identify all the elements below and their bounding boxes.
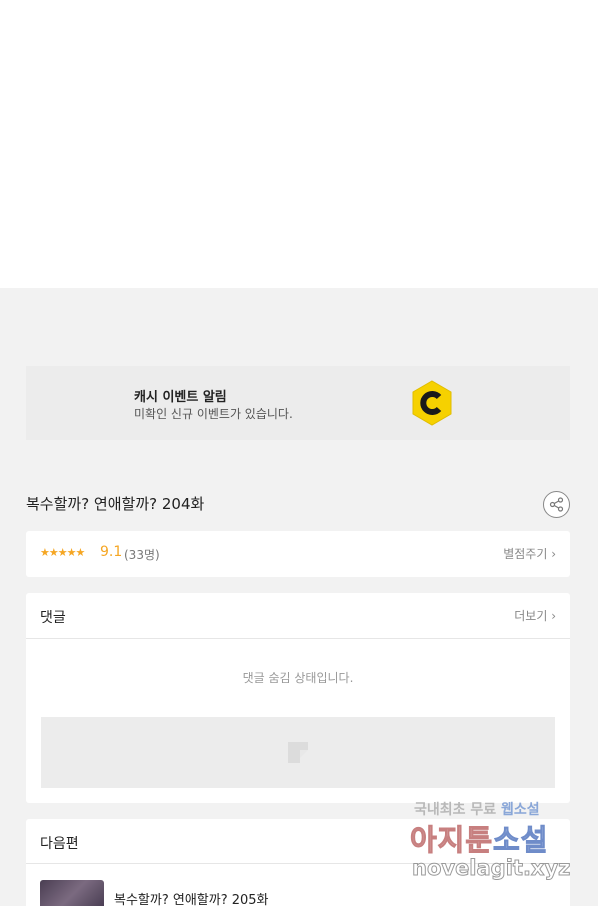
watermark-tagline-blue: 웹소설 — [501, 802, 540, 818]
rating-stars: ★★★★★ — [40, 546, 85, 559]
comments-card: 댓글 더보기 › 댓글 숨김 상태입니다. — [26, 593, 570, 803]
image-placeholder-icon — [288, 742, 308, 763]
event-banner-description: 미확인 신규 이벤트가 있습니다. — [134, 407, 293, 421]
event-banner-title: 캐시 이벤트 알림 — [134, 390, 227, 405]
comments-header: 댓글 더보기 › — [26, 593, 570, 639]
next-episode-title[interactable]: 복수할까? 연애할까? 205화 — [114, 889, 269, 906]
content-blank-area — [0, 0, 598, 288]
comments-title: 댓글 — [40, 610, 66, 626]
comments-hidden-message: 댓글 숨김 상태입니다. — [242, 671, 354, 685]
coin-c-icon — [412, 380, 452, 426]
episode-title: 복수할까? 연애할까? 204화 — [26, 495, 205, 513]
watermark-brand: 아지툰소설 — [409, 817, 549, 859]
next-episode-heading: 다음편 — [40, 836, 79, 852]
rating-count: (33명) — [124, 548, 160, 562]
watermark-brand-red: 아지툰 — [409, 823, 494, 858]
rating-card: ★★★★★ 9.1 (33명) 별점주기 › — [26, 531, 570, 577]
rate-button[interactable]: 별점주기 › — [503, 545, 556, 562]
watermark-url: novelagit.xyz — [411, 856, 571, 881]
rating-score: 9.1 — [100, 544, 123, 560]
watermark-tagline-gray: 국내최초 무료 — [414, 802, 497, 818]
next-episode-thumbnail[interactable] — [40, 880, 104, 906]
event-banner[interactable]: 캐시 이벤트 알림 미확인 신규 이벤트가 있습니다. — [26, 366, 570, 440]
watermark-tagline: 국내최초 무료 웹소설 — [414, 799, 540, 819]
share-icon — [549, 497, 564, 512]
watermark-brand-blue: 소설 — [493, 823, 549, 858]
share-button[interactable] — [543, 491, 570, 518]
comments-more-button[interactable]: 더보기 › — [514, 607, 556, 624]
watermark: 국내최초 무료 웹소설 아지툰소설 novelagit.xyz — [409, 799, 580, 891]
ad-placeholder — [41, 717, 555, 788]
